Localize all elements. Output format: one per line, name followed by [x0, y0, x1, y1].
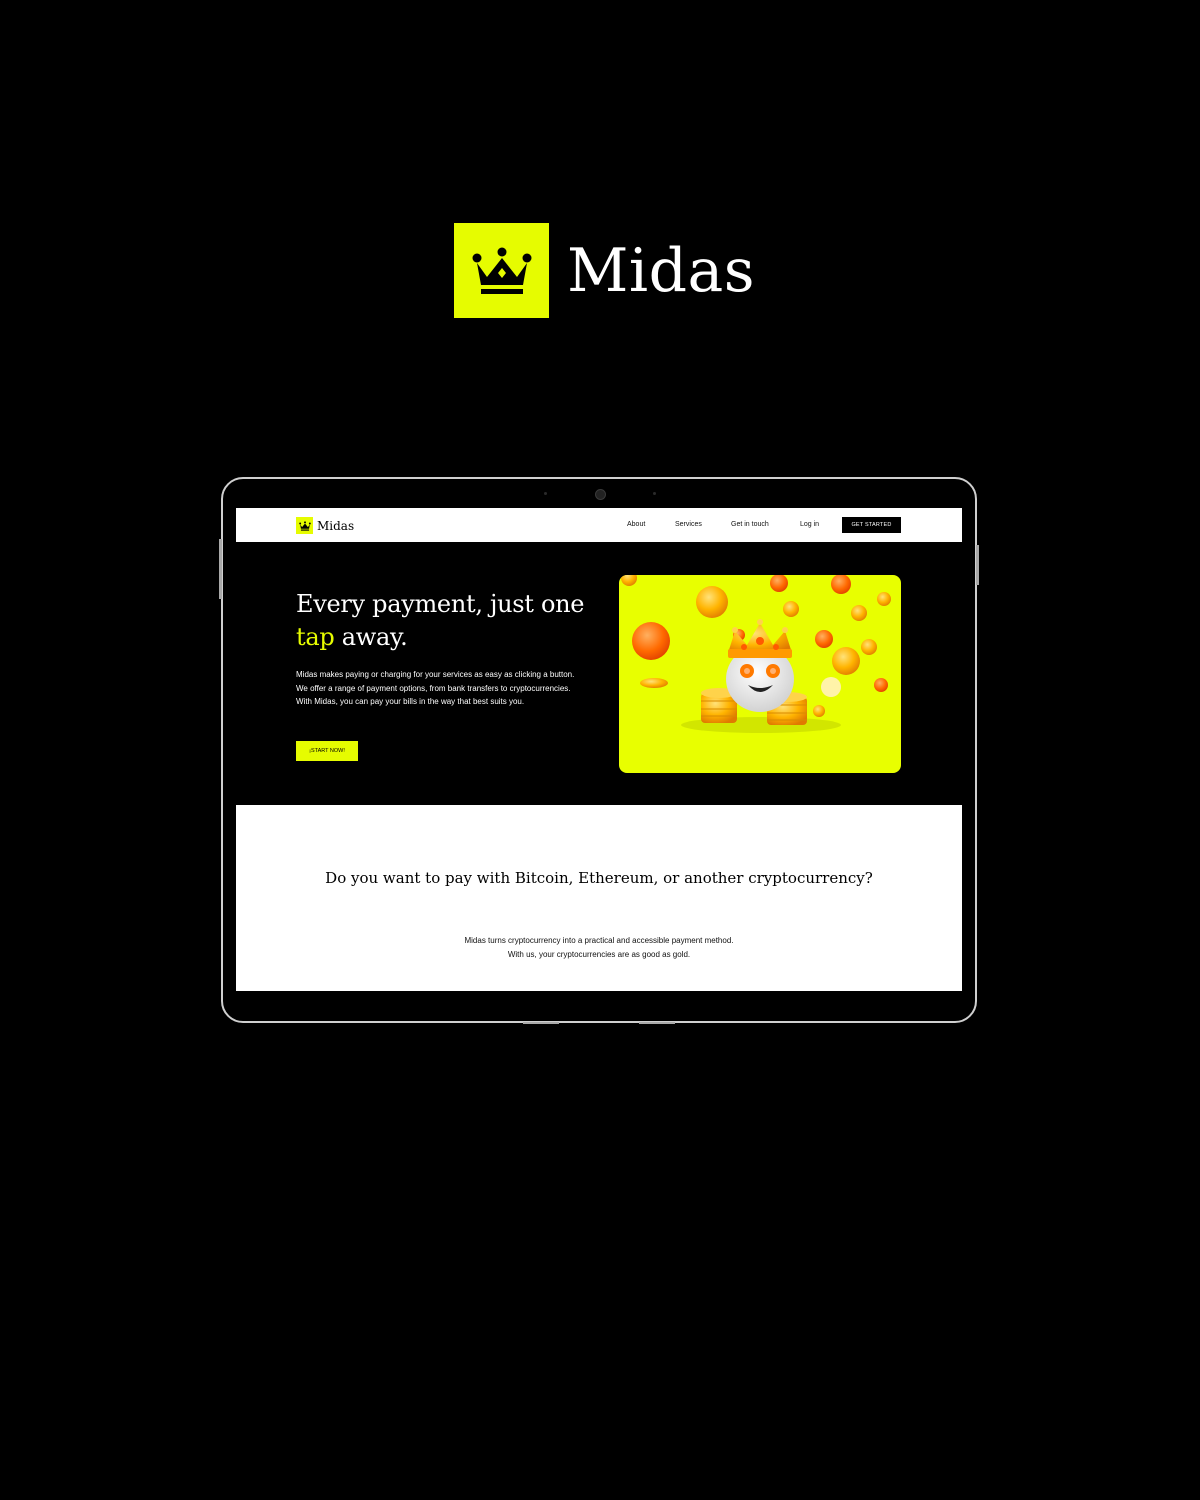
- website-screen: Midas About Services Get in touch Log in…: [236, 508, 962, 991]
- nav-logo[interactable]: Midas: [296, 517, 354, 534]
- nav-logo-text: Midas: [317, 518, 355, 533]
- camera-icon: [595, 489, 606, 500]
- top-nav: Midas About Services Get in touch Log in…: [236, 508, 962, 542]
- start-now-button[interactable]: ¡START NOW!: [296, 741, 358, 761]
- hero-title: Every payment, just one tap away.: [296, 590, 585, 651]
- crypto-section-description: Midas turns cryptocurrency into a practi…: [464, 936, 734, 959]
- hero-title-highlight: tap: [296, 623, 335, 651]
- crown-icon: [296, 517, 313, 534]
- hero-section: Every payment, just one tap away. Midas …: [236, 542, 962, 805]
- hero-illustration: [619, 575, 901, 773]
- brand-name: Midas: [567, 235, 756, 306]
- crypto-section: Do you want to pay with Bitcoin, Ethereu…: [236, 805, 962, 991]
- crown-icon: [454, 223, 549, 318]
- brand-logo: Midas: [454, 223, 755, 318]
- hero-description: Midas makes paying or charging for your …: [296, 670, 575, 706]
- nav-link-about[interactable]: About: [627, 521, 645, 528]
- nav-link-log-in[interactable]: Log in: [800, 521, 819, 528]
- get-started-button[interactable]: GET STARTED: [842, 517, 901, 533]
- nav-link-services[interactable]: Services: [675, 521, 702, 528]
- nav-link-get-in-touch[interactable]: Get in touch: [731, 521, 769, 528]
- crypto-section-title: Do you want to pay with Bitcoin, Ethereu…: [325, 869, 873, 887]
